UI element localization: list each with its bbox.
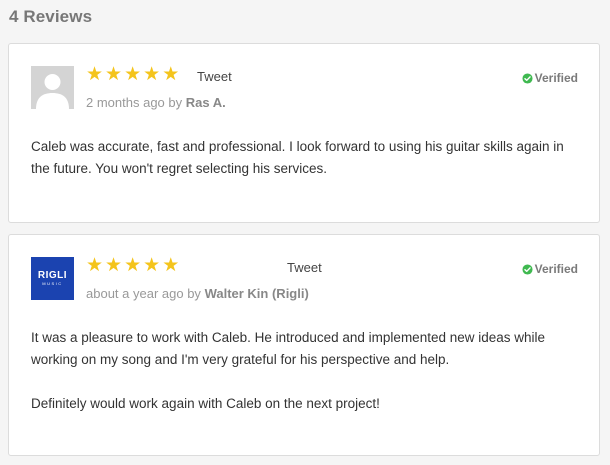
review-paragraph: Definitely would work again with Caleb o… [31,396,380,411]
review-time: 2 months ago [86,95,165,110]
review-card: RIGLI MUSIC ★ ★ ★ ★ ★ Tweet Verified abo… [8,234,600,456]
star-icon: ★ [105,64,123,85]
verified-badge: Verified [522,71,578,85]
star-icon: ★ [143,64,161,85]
verified-badge: Verified [522,262,578,276]
check-circle-icon [522,263,533,275]
star-icon: ★ [162,255,180,276]
by-label: by [168,95,183,110]
star-rating: ★ ★ ★ ★ ★ [86,64,180,85]
review-body: Caleb was accurate, fast and professiona… [31,136,577,202]
reviews-heading: 4 Reviews [9,7,93,26]
review-card: ★ ★ ★ ★ ★ Tweet Verified 2 months ago by… [8,43,600,223]
brand-logo-text: RIGLI [37,269,68,281]
star-icon: ★ [124,255,142,276]
review-author[interactable]: Ras A. [186,95,226,110]
tweet-button[interactable]: Tweet [197,69,232,84]
tweet-button[interactable]: Tweet [287,260,322,275]
verified-label: Verified [534,71,578,85]
check-circle-icon [522,72,533,84]
review-time: about a year ago [86,286,184,301]
avatar[interactable] [31,66,74,109]
star-icon: ★ [124,64,142,85]
star-icon: ★ [143,255,161,276]
review-paragraph: It was a pleasure to work with Caleb. He… [31,330,546,367]
star-rating: ★ ★ ★ ★ ★ [86,255,180,276]
user-silhouette-icon [31,66,74,109]
review-author[interactable]: Walter Kin (Rigli) [205,286,309,301]
star-icon: ★ [86,255,104,276]
review-paragraph: Caleb was accurate, fast and professiona… [31,139,564,176]
review-meta: 2 months ago by Ras A. [86,95,226,110]
review-body: It was a pleasure to work with Caleb. He… [31,327,577,437]
review-meta: about a year ago by Walter Kin (Rigli) [86,286,309,301]
star-icon: ★ [86,64,104,85]
by-label: by [187,286,201,301]
brand-logo-subtext: MUSIC [42,280,63,286]
verified-label: Verified [534,262,578,276]
star-icon: ★ [162,64,180,85]
star-icon: ★ [105,255,123,276]
avatar[interactable]: RIGLI MUSIC [31,257,74,300]
